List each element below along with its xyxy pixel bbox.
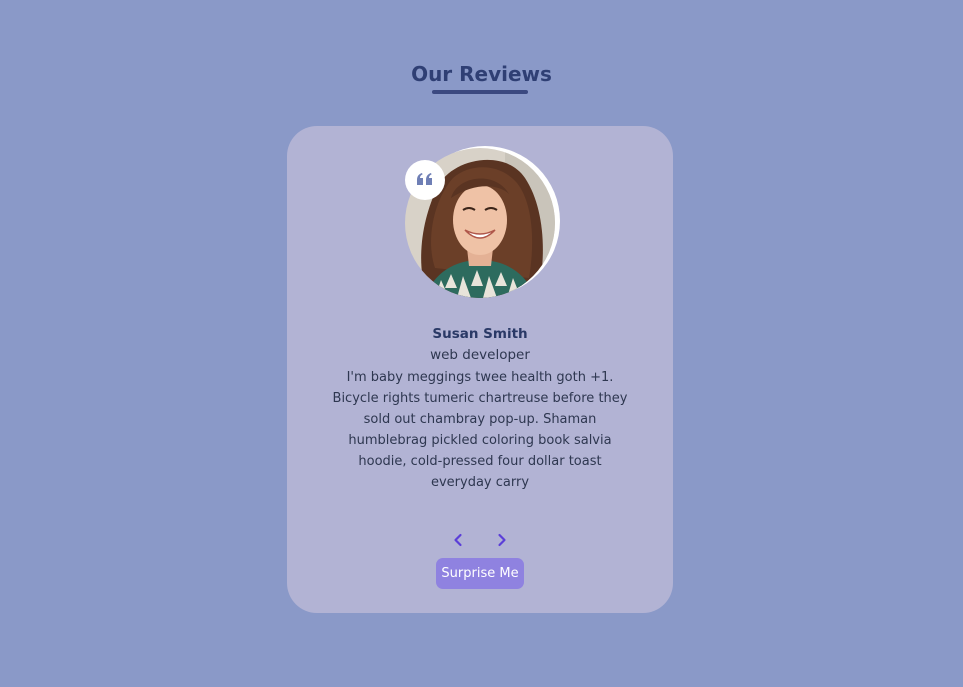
review-card: Susan Smith web developer I'm baby meggi… <box>287 126 673 613</box>
quote-icon <box>405 160 445 200</box>
chevron-left-icon <box>454 533 462 547</box>
reviewer-job: web developer <box>430 347 530 363</box>
next-button[interactable] <box>492 530 512 550</box>
chevron-right-icon <box>498 533 506 547</box>
reviews-page: Our Reviews Susan Smith web developer I'… <box>0 0 963 687</box>
prev-button[interactable] <box>448 530 468 550</box>
reviewer-name: Susan Smith <box>432 326 528 342</box>
review-text: I'm baby meggings twee health goth +1. B… <box>332 370 628 490</box>
page-title: Our Reviews <box>411 62 552 86</box>
title-underline <box>432 90 528 94</box>
quote-glyph <box>417 173 432 185</box>
surprise-me-button[interactable]: Surprise Me <box>436 558 524 589</box>
